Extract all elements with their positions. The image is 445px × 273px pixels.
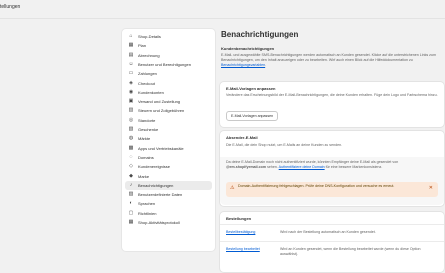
sidebar-item-label: Checkout [138,80,155,86]
sidebar-item-sprachen[interactable]: ◐ Sprachen [125,199,212,208]
sidebar-item-geschenke[interactable]: ▧ Geschenke [125,125,212,134]
divider [220,224,444,225]
users-icon: ☺ [128,60,134,67]
brand-icon: ◆ [129,172,133,179]
plan-icon: ▦ [128,42,134,49]
authenticate-domain-link[interactable]: Authentifiziere deine Domain [279,165,325,169]
sidebar-item-abrechnung[interactable]: ▤ Abrechnung [125,51,212,60]
sidebar-item-label: Benutzer und Berechtigungen [138,61,191,67]
sidebar-item-standorte[interactable]: ◎ Standorte [125,116,212,125]
sidebar-item-benutzer-und-berechtigungen[interactable]: ☺ Benutzer und Berechtigungen [125,60,212,69]
alert-icon: ⚠ [230,185,235,191]
order-edited-desc: Wird an Kunden gesendet, wenn die Bestel… [280,247,421,256]
data-icon: ▨ [128,191,134,198]
sender-email-address: @em.shopifyemail.com [226,165,267,169]
page-title: Benachrichtigungen [221,30,299,39]
languages-icon: ◐ [129,200,133,207]
order-confirmation-link[interactable]: Bestellbestätigung [226,230,255,234]
email-templates-title: E-Mail-Vorlagen anpassen [226,86,276,91]
sender-email-title: Absender-E-Mail [226,135,258,140]
activity-log-icon: ▦ [128,219,134,225]
bell-icon: ♪ [129,181,133,188]
sidebar-item-steuern-und-zollgebühren[interactable]: ▥ Steuern und Zollgebühren [125,106,212,115]
customer-notifications-heading: Kundenbenachrichtigungen [221,46,275,51]
order-edited-link[interactable]: Bestellung bearbeitet [226,247,260,251]
checkout-icon: ◈ [129,79,133,86]
sidebar-item-benachrichtigungen[interactable]: ♪ Benachrichtigungen [125,180,212,190]
sidebar-item-shop-details[interactable]: ⌂ Shop-Details [125,32,212,41]
sender-email-text: Die E-Mail, die dein Shop nutzt, um E-Ma… [226,143,343,147]
sidebar-item-versand-und-zustellung[interactable]: ▣ Versand und Zustellung [125,97,212,106]
sidebar-item-label: Steuern und Zollgebühren [138,108,185,114]
divider [220,241,444,242]
sidebar-item-label: Apps und Vertriebskanäle [138,145,184,151]
sidebar-item-label: Kundenereignisse [138,164,171,170]
gift-icon: ▧ [128,126,134,132]
sidebar-item-label: Zahlungen [138,71,157,77]
apps-icon: ▩ [128,144,134,151]
domains-icon: ◌ [129,153,133,160]
customer-accounts-icon: ◉ [128,88,134,95]
sidebar-item-benutzerdefinierte-daten[interactable]: ▨ Benutzerdefinierte Daten [125,190,212,199]
customer-notifications-text: E-Mail- und ausgewählte SMS-Benachrichti… [221,53,436,67]
order-confirmation-desc: Wird nach der Bestellung automatisch an … [280,230,376,234]
sidebar-item-label: Plan [138,43,147,49]
sidebar-item-label: Geschenke [138,127,159,132]
sidebar-item-plan[interactable]: ▦ Plan [125,41,212,50]
sidebar-item-label: Marke [138,173,150,179]
sidebar-item-zahlungen[interactable]: ▭ Zahlungen [125,69,212,78]
sidebar-item-label: Märkte [138,136,151,142]
sidebar-item-label: Domains [138,154,154,160]
close-icon[interactable]: ✕ [429,185,433,191]
sender-email-card: Absender-E-Mail Die E-Mail, die dein Sho… [219,130,445,207]
sidebar-item-marke[interactable]: ◆ Marke [125,172,212,181]
sidebar-item-label: Shop-Aktivitätsprotokoll [138,220,180,225]
orders-title: Bestellungen [226,216,252,221]
sidebar-item-kundenereignisse[interactable]: ◇ Kundenereignisse [125,162,212,171]
warning-text: Domain-Authentifizierung fehlgeschlagen.… [238,184,395,188]
notification-variables-link[interactable]: Benachrichtigungsvariablen [221,63,265,67]
location-icon: ◎ [128,116,134,123]
sender-info-box: Da deine E-Mail-Domain noch nicht authen… [220,157,444,205]
sidebar-item-label: Shop-Details [138,34,161,39]
sender-info-text: Da deine E-Mail-Domain noch nicht authen… [226,160,399,169]
shipping-icon: ▣ [128,98,134,105]
sidebar-item-label: Benutzerdefinierte Daten [138,192,183,198]
billing-icon: ▤ [128,51,134,58]
sidebar-item-richtlinien[interactable]: ▢ Richtlinien [125,209,212,218]
sidebar-item-label: Richtlinien [138,210,157,216]
email-templates-text: Verändere das Erscheinungsbild der E-Mai… [226,93,438,97]
email-templates-card: E-Mail-Vorlagen anpassen Verändere das E… [219,81,445,128]
sidebar-item-apps-und-vertriebskanäle[interactable]: ▩ Apps und Vertriebskanäle [125,144,212,153]
events-icon: ◇ [129,163,133,170]
customize-email-templates-button[interactable]: E-Mail-Vorlagen anpassen [226,111,279,121]
sidebar-item-domains[interactable]: ◌ Domains [125,153,212,162]
sidebar-item-label: Standorte [138,117,156,123]
sidebar-item-label: Benachrichtigungen [138,182,174,188]
payments-icon: ▭ [128,70,134,77]
domain-auth-warning: ⚠ Domain-Authentifizierung fehlgeschlage… [226,182,438,197]
store-icon: ⌂ [129,33,133,39]
markets-icon: ◍ [128,135,134,142]
window-title: tellungen [0,4,21,10]
settings-sidebar: ⌂ Shop-Details ▦ Plan ▤ Abrechnung ☺ Benutzer u… [121,28,216,252]
sidebar-item-label: Kundenkonten [138,89,164,95]
policies-icon: ▢ [128,209,134,216]
orders-card: Bestellungen Bestellbestätigung Wird nac… [219,211,445,273]
taxes-icon: ▥ [128,107,134,114]
sidebar-item-checkout[interactable]: ◈ Checkout [125,79,212,88]
sidebar-item-label: Sprachen [138,201,156,207]
top-bar: tellungen [0,0,445,19]
sidebar-item-shop-aktivitätsprotokoll[interactable]: ▦ Shop-Aktivitätsprotokoll [125,218,212,227]
sidebar-item-label: Versand und Zustellung [138,99,181,105]
sidebar-item-märkte[interactable]: ◍ Märkte [125,134,212,143]
sidebar-item-label: Abrechnung [138,52,160,58]
sidebar-item-kundenkonten[interactable]: ◉ Kundenkonten [125,88,212,97]
